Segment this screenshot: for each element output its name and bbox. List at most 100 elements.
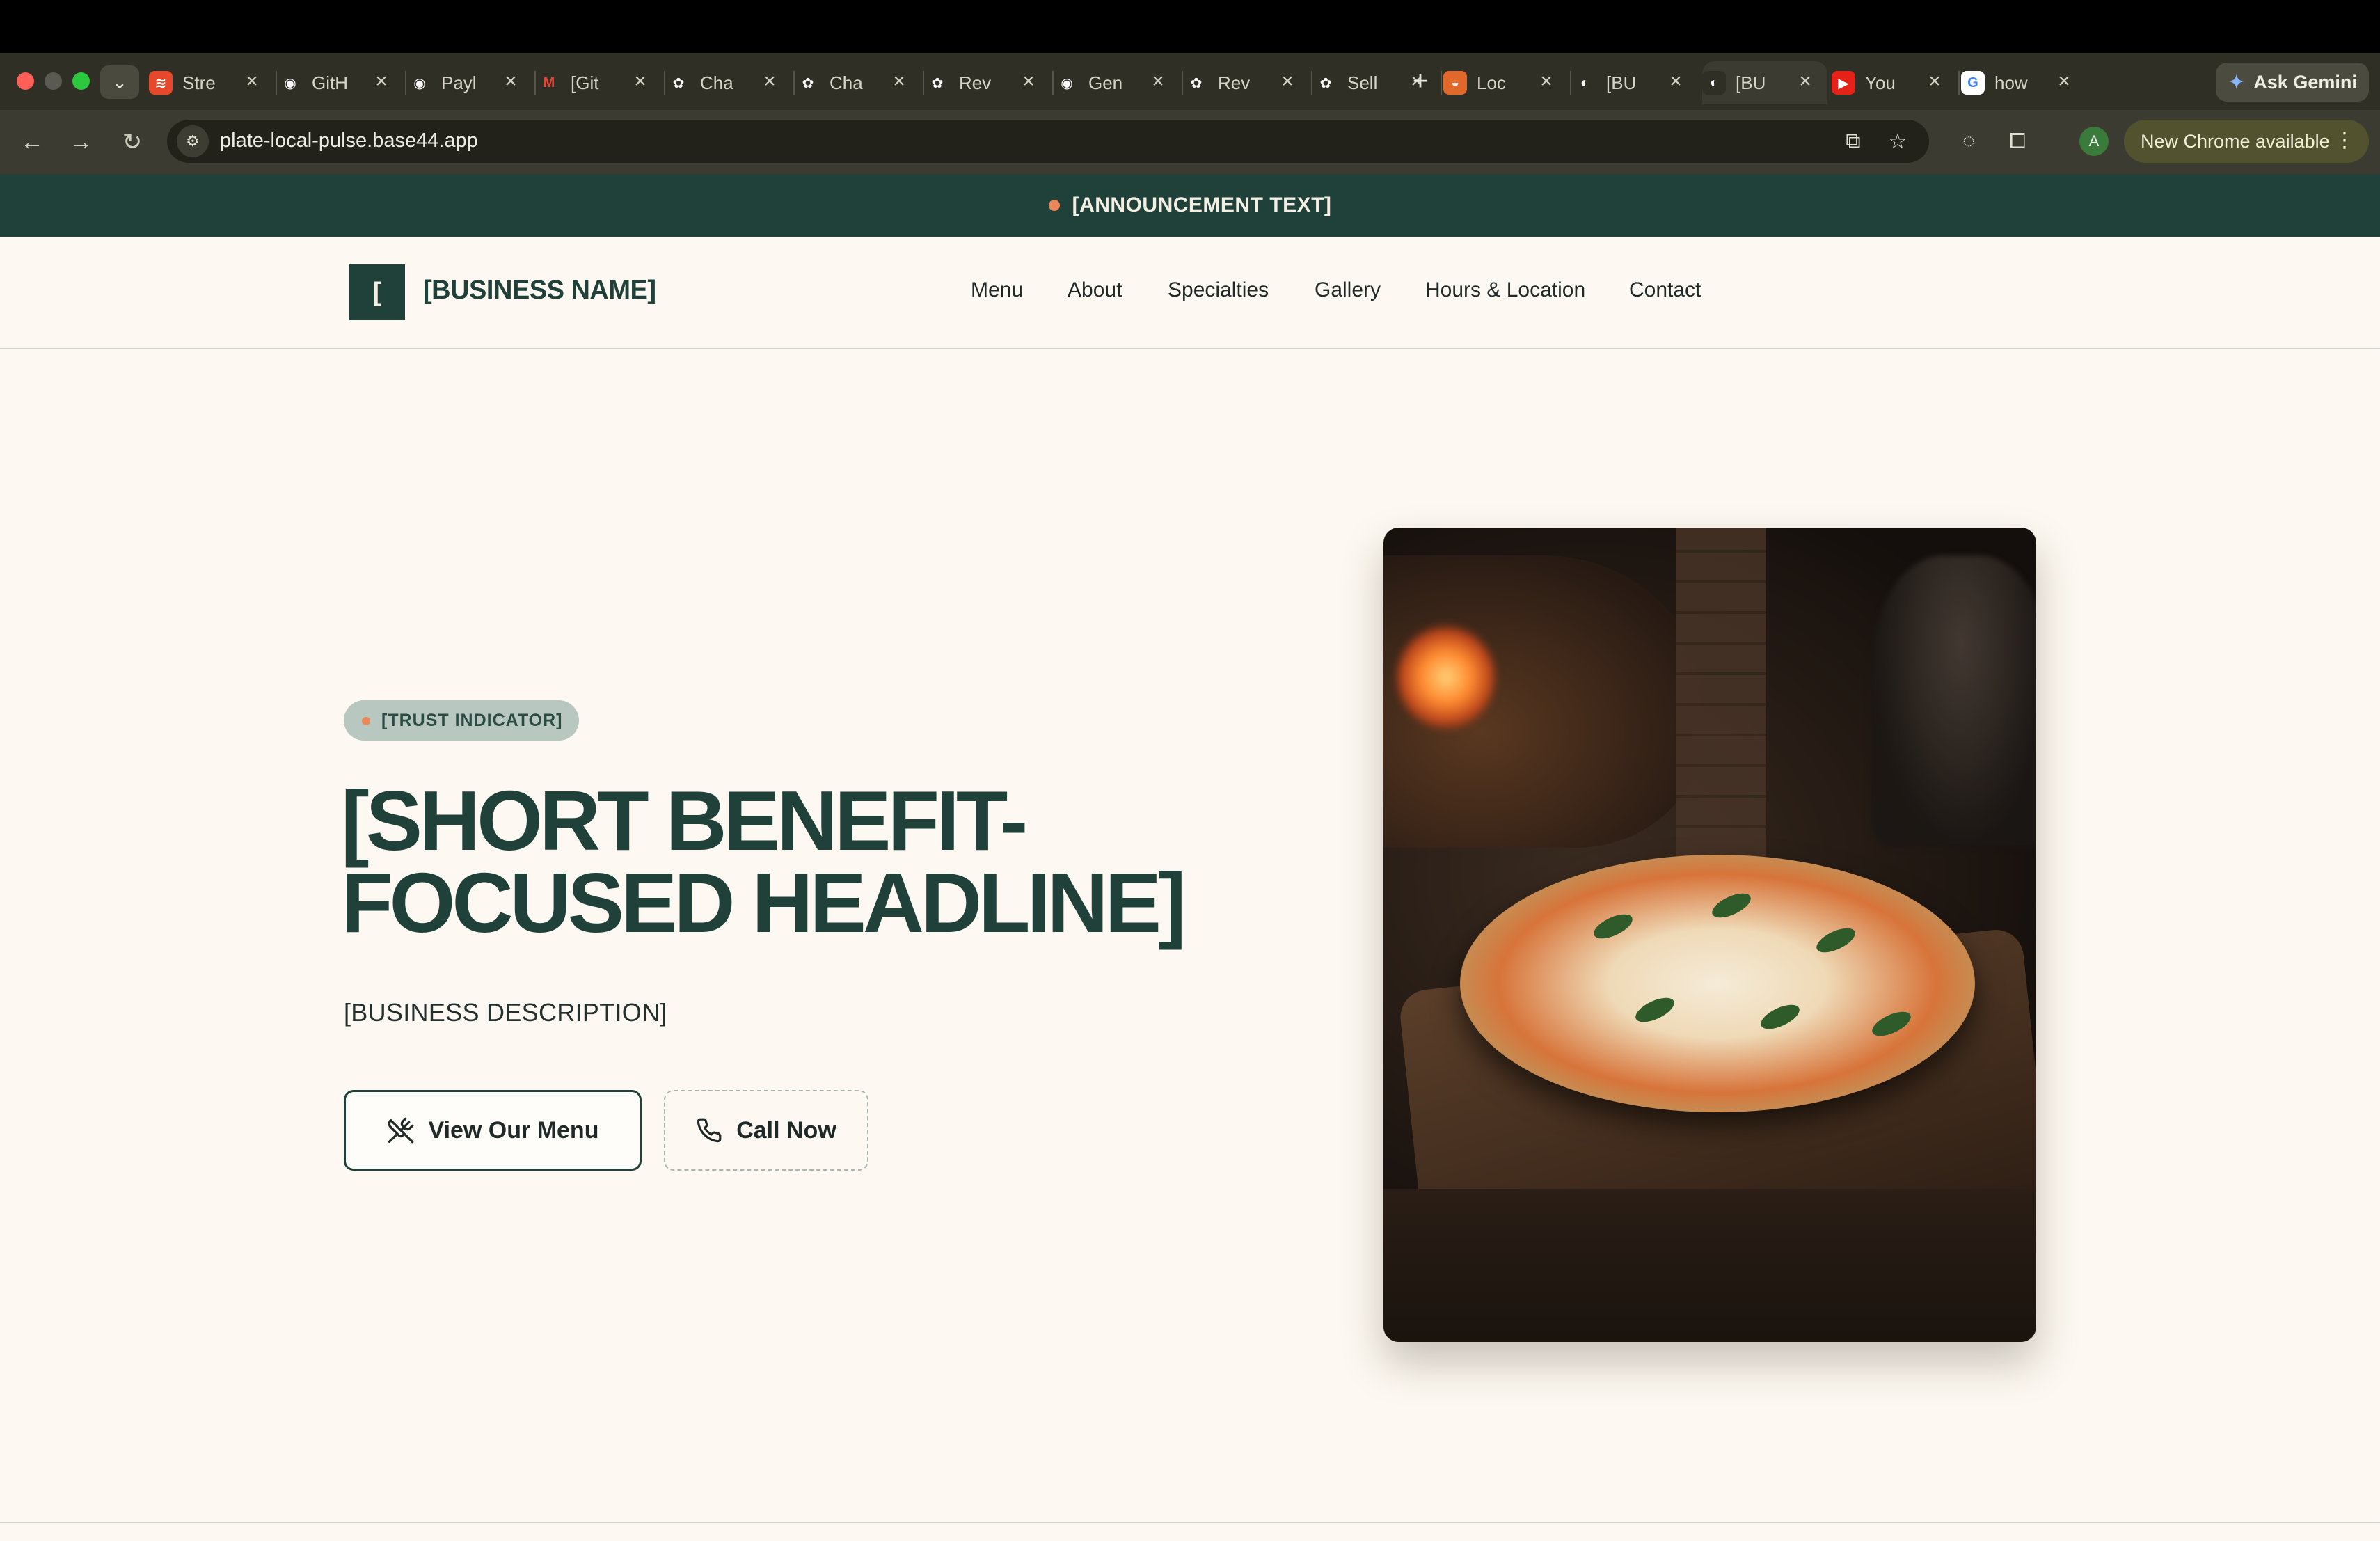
url-text[interactable]: plate-local-pulse.base44.app (220, 129, 478, 152)
youtube-icon: ▶ (1832, 71, 1855, 95)
close-tab-icon[interactable]: × (1922, 70, 1947, 93)
close-tab-icon[interactable]: × (498, 70, 523, 93)
tab-label: GitH (312, 72, 348, 93)
bookmark-star-icon[interactable]: ☆ (1882, 125, 1914, 157)
oven-fire-shape (1397, 625, 1495, 729)
back-button[interactable]: ← (13, 123, 51, 161)
minimize-window-button[interactable] (45, 72, 62, 90)
tab-label: Loc (1477, 72, 1506, 93)
close-tab-icon[interactable]: × (369, 70, 394, 93)
profile-avatar[interactable]: A (2079, 127, 2109, 156)
more-menu-icon: ⋮ (2334, 129, 2355, 152)
announcement-dot-icon (1048, 200, 1060, 211)
plus-icon: + (1412, 66, 1429, 96)
base44-icon: ◐ (1702, 71, 1726, 95)
reload-button[interactable]: ↻ (113, 123, 152, 161)
gmail-icon: M (537, 71, 561, 95)
chef-silhouette-shape (1871, 555, 2036, 848)
extension-status-icon[interactable]: ◌ (1953, 125, 1985, 157)
browser-tab[interactable]: M [Git × (537, 61, 663, 104)
tab-separator (1182, 71, 1183, 95)
ask-gemini-button[interactable]: ✦ Ask Gemini (2216, 63, 2369, 102)
browser-tab[interactable]: ◐ [BU × (1702, 61, 1827, 104)
close-tab-icon[interactable]: × (628, 70, 653, 93)
openai-icon: ✿ (667, 71, 690, 95)
tab-separator (1441, 71, 1442, 95)
business-name[interactable]: [BUSINESS NAME] (423, 276, 656, 306)
ask-gemini-label: Ask Gemini (2253, 71, 2357, 93)
browser-tab[interactable]: ◐ [BU × (1573, 61, 1698, 104)
browser-tab[interactable]: ✿ Cha × (796, 61, 921, 104)
tab-label: [BU (1606, 72, 1637, 93)
close-tab-icon[interactable]: × (239, 70, 264, 93)
announcement-bar: [ANNOUNCEMENT TEXT] (0, 174, 2380, 237)
gemini-sparkle-icon: ✦ (2228, 70, 2246, 94)
browser-tab[interactable]: Ghow × (1961, 61, 2086, 104)
call-now-label: Call Now (736, 1116, 836, 1144)
close-tab-icon[interactable]: × (1534, 70, 1559, 93)
web-page: [ANNOUNCEMENT TEXT] [ [BUSINESS NAME] Me… (0, 174, 2380, 1541)
openai-icon: ✿ (1184, 71, 1208, 95)
close-window-button[interactable] (17, 72, 34, 90)
close-tab-icon[interactable]: × (887, 70, 912, 93)
nav-hours-location[interactable]: Hours & Location (1425, 278, 1585, 302)
forward-button[interactable]: → (61, 123, 100, 161)
arrow-right-icon: → (69, 128, 93, 155)
tab-search-button[interactable]: ⌄ (100, 65, 139, 99)
tab-label: Rev (1218, 72, 1251, 93)
tab-separator (923, 71, 924, 95)
nav-specialties[interactable]: Specialties (1168, 278, 1269, 302)
browser-tab[interactable]: ✿ Rev × (926, 61, 1051, 104)
maximize-window-button[interactable] (72, 72, 90, 90)
close-tab-icon[interactable]: × (1275, 70, 1300, 93)
tab-separator (276, 71, 277, 95)
install-app-icon[interactable]: ⧉ (1837, 125, 1869, 157)
tab-label: Cha (700, 72, 733, 93)
tab-label: [BU (1736, 72, 1766, 93)
new-tab-button[interactable]: + (1403, 64, 1438, 99)
browser-tab[interactable]: ◉ GitH × (278, 61, 404, 104)
chrome-update-button[interactable]: New Chrome available ⋮ (2124, 120, 2369, 163)
site-settings-icon[interactable]: ⚙ (177, 125, 209, 157)
tab-separator (1311, 71, 1312, 95)
close-tab-icon[interactable]: × (1793, 70, 1818, 93)
browser-tab[interactable]: ◒ Loc × (1443, 61, 1569, 104)
pizza-shape (1460, 855, 1975, 1112)
trust-indicator-badge: [TRUST INDICATOR] (344, 700, 579, 741)
browser-tab[interactable]: ◉ Payl × (408, 61, 533, 104)
view-menu-button[interactable]: View Our Menu (344, 1090, 642, 1171)
close-tab-icon[interactable]: × (2052, 70, 2077, 93)
hero-pizza-image (1383, 528, 2036, 1342)
nav-contact[interactable]: Contact (1629, 278, 1701, 302)
call-now-button[interactable]: Call Now (664, 1090, 868, 1171)
github-icon: ◉ (408, 71, 431, 95)
extensions-puzzle-icon[interactable]: ⧠ (2001, 125, 2033, 157)
browser-tab[interactable]: ▶ You × (1832, 61, 1957, 104)
nav-gallery[interactable]: Gallery (1315, 278, 1381, 302)
tab-label: You (1865, 72, 1896, 93)
tab-separator (1958, 71, 1960, 95)
tab-label: Cha (830, 72, 863, 93)
window-top-bar (0, 0, 2380, 53)
chevron-down-icon: ⌄ (112, 71, 127, 93)
browser-tab[interactable]: ◉ Gen × (1055, 61, 1180, 104)
view-menu-label: View Our Menu (428, 1116, 599, 1144)
close-tab-icon[interactable]: × (757, 70, 782, 93)
browser-tab[interactable]: ✿ Rev × (1184, 61, 1310, 104)
badge-dot-icon (362, 717, 370, 725)
close-tab-icon[interactable]: × (1016, 70, 1041, 93)
close-tab-icon[interactable]: × (1663, 70, 1688, 93)
tab-separator (534, 71, 536, 95)
close-tab-icon[interactable]: × (1145, 70, 1171, 93)
business-description: [BUSINESS DESCRIPTION] (344, 998, 667, 1027)
tab-label: how (1994, 72, 2028, 93)
nav-about[interactable]: About (1068, 278, 1122, 302)
soundcloud-icon: ≋ (149, 71, 173, 95)
nav-menu[interactable]: Menu (971, 278, 1023, 302)
browser-tab[interactable]: ✿ Cha × (667, 61, 792, 104)
reload-icon: ↻ (122, 129, 143, 155)
phone-icon (697, 1118, 722, 1143)
logo-mark[interactable]: [ (349, 264, 405, 320)
site-header: [ [BUSINESS NAME] Menu About Specialties… (0, 237, 2380, 349)
browser-tab[interactable]: ≋ Stre × (149, 61, 274, 104)
